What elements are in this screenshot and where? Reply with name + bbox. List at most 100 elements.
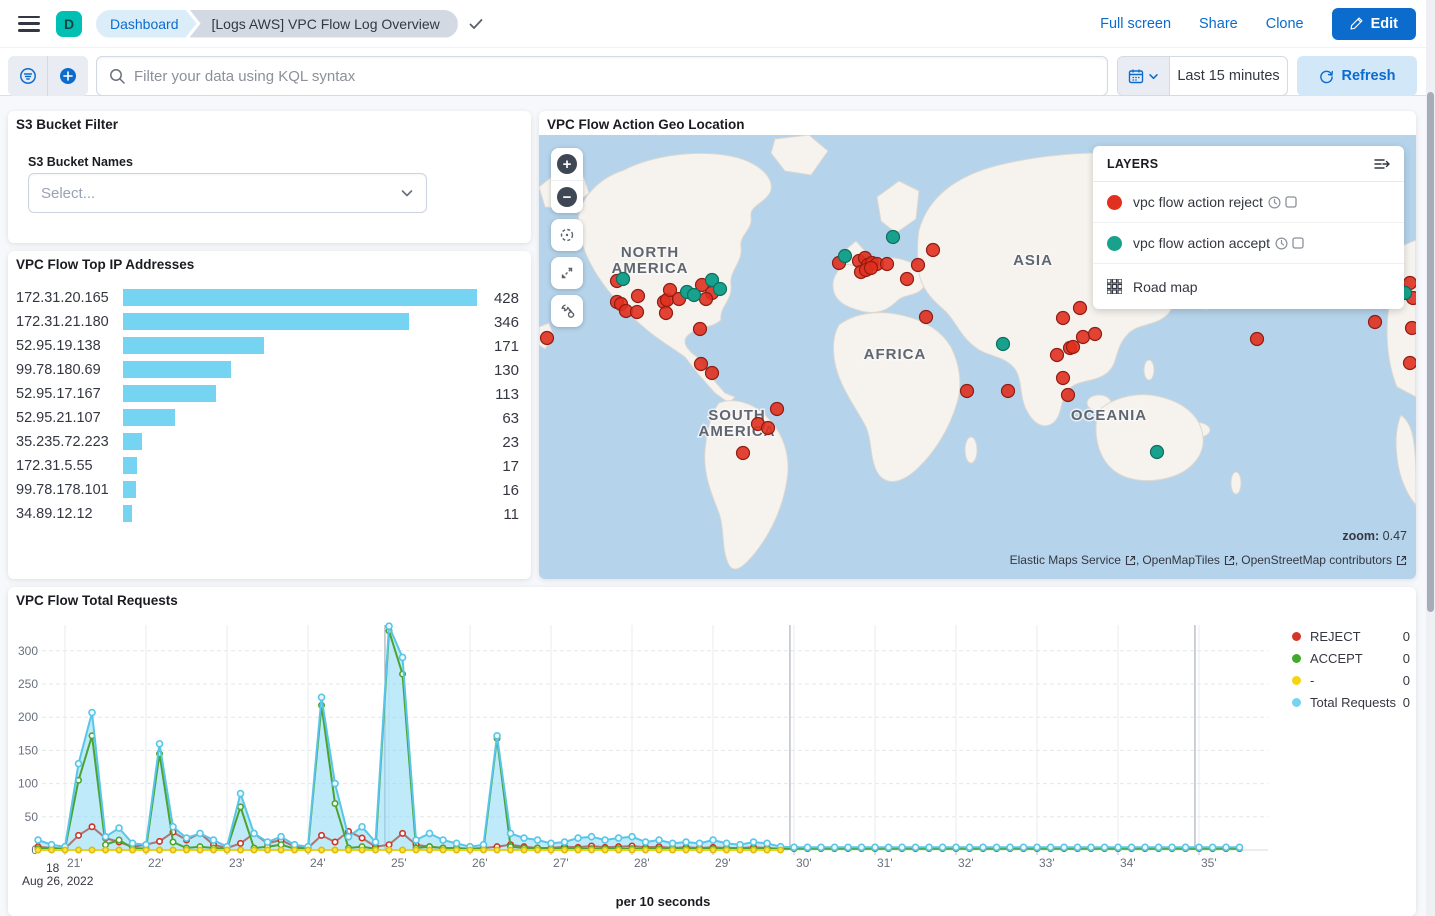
total-requests-panel: VPC Flow Total Requests 0501001502002503…	[8, 587, 1416, 916]
dash-line-marker	[413, 847, 418, 852]
total-requests-line-marker	[670, 840, 676, 846]
accept-dot[interactable]	[617, 273, 630, 286]
legend-item-reject[interactable]: REJECT0	[1292, 625, 1410, 647]
reject-dot[interactable]	[541, 332, 554, 345]
menu-icon[interactable]	[18, 16, 40, 32]
ip-table-row[interactable]: 172.31.20.165428	[8, 286, 531, 310]
map-zoom-in-button[interactable]: +	[551, 148, 583, 180]
space-avatar[interactable]: D	[56, 11, 82, 37]
ip-table-row[interactable]: 52.95.19.138171	[8, 334, 531, 358]
requests-chart[interactable]: 05010015020025030021'22'23'24'25'26'27'2…	[8, 615, 1276, 890]
reject-dot[interactable]	[927, 244, 940, 257]
reject-dot[interactable]	[1404, 357, 1417, 370]
reject-dot[interactable]	[920, 311, 933, 324]
reject-dot[interactable]	[901, 273, 914, 286]
legend-item-total-requests[interactable]: Total Requests0	[1292, 691, 1410, 713]
add-filter-icon[interactable]	[48, 56, 88, 96]
reject-dot[interactable]	[695, 358, 708, 371]
total-requests-line	[38, 626, 1240, 847]
accept-dot[interactable]	[997, 338, 1010, 351]
ip-table-row[interactable]: 34.89.12.1211	[8, 502, 531, 526]
ip-table-row[interactable]: 52.95.17.167113	[8, 382, 531, 406]
ip-table-row[interactable]: 172.31.5.5517	[8, 454, 531, 478]
scrollbar-thumb[interactable]	[1427, 92, 1434, 612]
reject-dot[interactable]	[706, 367, 719, 380]
edit-button[interactable]: Edit	[1332, 8, 1416, 40]
attribution-link[interactable]: OpenStreetMap contributors	[1241, 553, 1407, 567]
visibility-checkbox-icon[interactable]	[1292, 237, 1304, 249]
full-screen-link[interactable]: Full screen	[1100, 16, 1171, 32]
reject-dot[interactable]	[700, 293, 713, 306]
kql-search-input[interactable]	[134, 68, 1107, 85]
reject-dot[interactable]	[762, 422, 775, 435]
reject-dot[interactable]	[1406, 322, 1417, 335]
ip-table-row[interactable]: 35.235.72.22323	[8, 430, 531, 454]
reject-dot[interactable]	[660, 307, 673, 320]
reject-dot[interactable]	[1062, 389, 1075, 402]
minus-icon: −	[557, 187, 577, 207]
calendar-dropdown-button[interactable]	[1118, 57, 1170, 95]
legend-item-accept[interactable]: ACCEPT0	[1292, 647, 1410, 669]
s3-bucket-select[interactable]: Select...	[28, 173, 427, 213]
reject-dot[interactable]	[865, 262, 878, 275]
time-range-value[interactable]: Last 15 minutes	[1170, 57, 1287, 95]
attribution-link[interactable]: Elastic Maps Service,	[1010, 553, 1143, 567]
accept-dot[interactable]	[714, 283, 727, 296]
share-link[interactable]: Share	[1199, 16, 1238, 32]
reject-dot[interactable]	[1077, 331, 1090, 344]
layer-row-vpc-flow-action-reject[interactable]: vpc flow action reject	[1093, 182, 1404, 223]
reject-dot[interactable]	[631, 306, 644, 319]
reject-dot[interactable]	[881, 258, 894, 271]
accept-dot[interactable]	[887, 231, 900, 244]
reject-dot[interactable]	[1051, 349, 1064, 362]
clone-link[interactable]: Clone	[1266, 16, 1304, 32]
reject-dot[interactable]	[632, 290, 645, 303]
reject-dot[interactable]	[771, 403, 784, 416]
accept-dot[interactable]	[1151, 446, 1164, 459]
x-tick-label: 25'	[391, 856, 407, 870]
refresh-button[interactable]: Refresh	[1297, 56, 1417, 96]
reject-dot[interactable]	[1002, 385, 1015, 398]
map-zoom-out-button[interactable]: −	[551, 181, 583, 213]
layer-row-road-map[interactable]: Road map	[1093, 264, 1404, 309]
reject-dot[interactable]	[1074, 302, 1087, 315]
reject-line-marker	[157, 839, 162, 844]
breadcrumb-current-page[interactable]: [Logs AWS] VPC Flow Log Overview	[190, 10, 458, 38]
map-tools-button[interactable]	[551, 295, 583, 327]
legend-item--[interactable]: -0	[1292, 669, 1410, 691]
visibility-checkbox-icon[interactable]	[1285, 196, 1297, 208]
saved-query-icon[interactable]	[8, 56, 48, 96]
attribution-link[interactable]: OpenMapTiles,	[1142, 553, 1241, 567]
layer-row-vpc-flow-action-accept[interactable]: vpc flow action accept	[1093, 223, 1404, 264]
reject-dot[interactable]	[694, 323, 707, 336]
map-fit-bounds-button[interactable]	[551, 257, 583, 289]
world-map[interactable]: NORTHAMERICASOUTHAMERICAAFRICAASIAOCEANI…	[539, 135, 1416, 579]
page-scrollbar[interactable]	[1426, 0, 1435, 916]
reject-dot[interactable]	[1369, 316, 1382, 329]
accept-dot[interactable]	[688, 289, 701, 302]
dash-line-marker	[89, 847, 94, 852]
reject-dot[interactable]	[912, 259, 925, 272]
reject-dot[interactable]	[1089, 328, 1102, 341]
collapse-panel-icon[interactable]	[1374, 157, 1390, 171]
ip-table-row[interactable]: 99.78.180.69130	[8, 358, 531, 382]
reject-dot[interactable]	[961, 385, 974, 398]
total-requests-line-marker	[967, 844, 973, 850]
x-tick-label: 24'	[310, 856, 326, 870]
ip-table-row[interactable]: 172.31.21.180346	[8, 310, 531, 334]
continent-label: NORTH	[621, 244, 679, 261]
ip-count-value: 113	[495, 386, 519, 403]
map-locate-button[interactable]	[551, 219, 583, 251]
accept-dot[interactable]	[839, 250, 852, 263]
ip-table-row[interactable]: 99.78.178.10116	[8, 478, 531, 502]
reject-dot[interactable]	[1067, 341, 1080, 354]
breadcrumb-dashboard[interactable]: Dashboard	[96, 10, 197, 38]
reject-dot[interactable]	[1251, 333, 1264, 346]
reject-dot[interactable]	[1057, 372, 1070, 385]
ip-table-row[interactable]: 52.95.21.10763	[8, 406, 531, 430]
dash-line-marker	[670, 847, 675, 852]
total-requests-line-marker	[130, 840, 136, 846]
reject-dot[interactable]	[737, 447, 750, 460]
external-link-icon	[1224, 555, 1235, 566]
reject-dot[interactable]	[1057, 312, 1070, 325]
